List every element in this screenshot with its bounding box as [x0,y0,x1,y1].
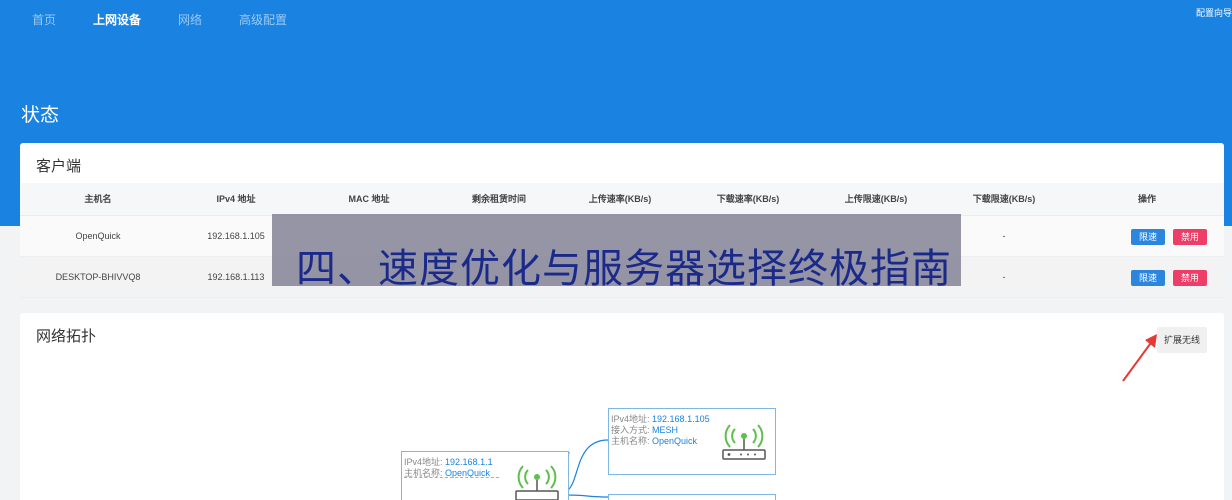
node-host-label: 主机名称: [611,436,650,446]
router-icon [515,465,559,500]
nav-home[interactable]: 首页 [32,11,56,28]
limit-button[interactable]: 限速 [1131,229,1165,245]
col-mac: MAC 地址 [348,194,390,204]
row-download-limit: - [1002,231,1006,241]
disable-button[interactable]: 禁用 [1173,270,1207,286]
col-upload-limit: 上传限速(KB/s) [844,194,908,204]
overlay-banner: 四、速度优化与服务器选择终极指南 [272,214,961,291]
row-download-limit: - [1002,272,1006,282]
row-ipv4: 192.168.1.105 [207,231,265,241]
topology-title: 网络拓扑 [36,328,97,345]
col-ipv4: IPv4 地址 [216,194,256,204]
topology-node-mesh[interactable]: IPv4地址: 192.168.1.105 接入方式: MESH 主机名称: O… [608,408,776,475]
topology-node-partial[interactable] [608,494,776,500]
router-icon [722,424,766,460]
disable-button[interactable]: 禁用 [1173,229,1207,245]
col-actions: 操作 [1137,194,1156,204]
page-title: 状态 [21,105,60,126]
clients-table-header: 主机名 IPv4 地址 MAC 地址 剩余租赁时间 上传速率(KB/s) 下载速… [20,183,1224,216]
limit-button[interactable]: 限速 [1131,270,1165,286]
row-hostname: DESKTOP-BHIVVQ8 [55,272,141,282]
nav-network[interactable]: 网络 [178,11,202,28]
nav-devices[interactable]: 上网设备 [93,11,141,28]
node-host: OpenQuick [652,436,698,446]
top-nav: 首页 上网设备 网络 高级配置 配置向导 [0,0,1232,36]
wizard-link[interactable]: 配置向导 [1196,6,1232,19]
row-hostname: OpenQuick [75,231,121,241]
col-upload-rate: 上传速率(KB/s) [588,194,652,204]
nav-advanced[interactable]: 高级配置 [239,11,287,28]
col-lease: 剩余租赁时间 [471,194,526,204]
col-hostname: 主机名 [84,194,112,204]
col-download-rate: 下载速率(KB/s) [716,194,780,204]
clients-title: 客户端 [36,158,82,175]
overlay-heading: 四、速度优化与服务器选择终极指南 [296,247,952,291]
node-divider [404,477,499,478]
row-ipv4: 192.168.1.113 [207,272,265,282]
col-download-limit: 下载限速(KB/s) [972,194,1036,204]
topology-node-main[interactable]: IPv4地址: 192.168.1.1 主机名称: OpenQuick [401,451,569,500]
red-arrow-icon [1122,334,1157,382]
